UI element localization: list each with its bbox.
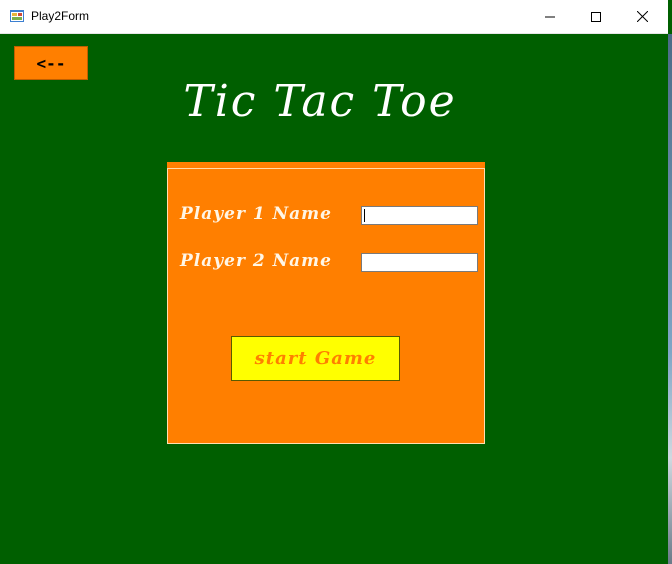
window-title: Play2Form bbox=[31, 9, 90, 23]
maximize-button[interactable] bbox=[573, 0, 619, 33]
player2-name-label: Player 2 Name bbox=[180, 251, 332, 271]
player2-name-input[interactable] bbox=[361, 253, 478, 272]
maximize-icon bbox=[591, 11, 601, 22]
panel-divider bbox=[167, 168, 485, 169]
minimize-button[interactable] bbox=[527, 0, 573, 33]
player1-name-input[interactable] bbox=[361, 206, 478, 225]
text-caret bbox=[364, 209, 365, 222]
player1-name-label: Player 1 Name bbox=[180, 204, 332, 224]
start-game-button[interactable]: start Game bbox=[231, 336, 400, 381]
title-bar[interactable]: Play2Form bbox=[0, 0, 668, 34]
game-title: Tic Tac Toe bbox=[183, 76, 457, 127]
back-button[interactable]: <-- bbox=[14, 46, 88, 80]
close-icon bbox=[636, 11, 648, 22]
desktop-background-edge bbox=[668, 34, 672, 564]
form-app-icon bbox=[10, 10, 24, 22]
minimize-icon bbox=[545, 16, 555, 17]
app-window: Play2Form <-- Tic Tac Toe Player 1 Name … bbox=[0, 0, 672, 564]
close-button[interactable] bbox=[619, 0, 665, 33]
